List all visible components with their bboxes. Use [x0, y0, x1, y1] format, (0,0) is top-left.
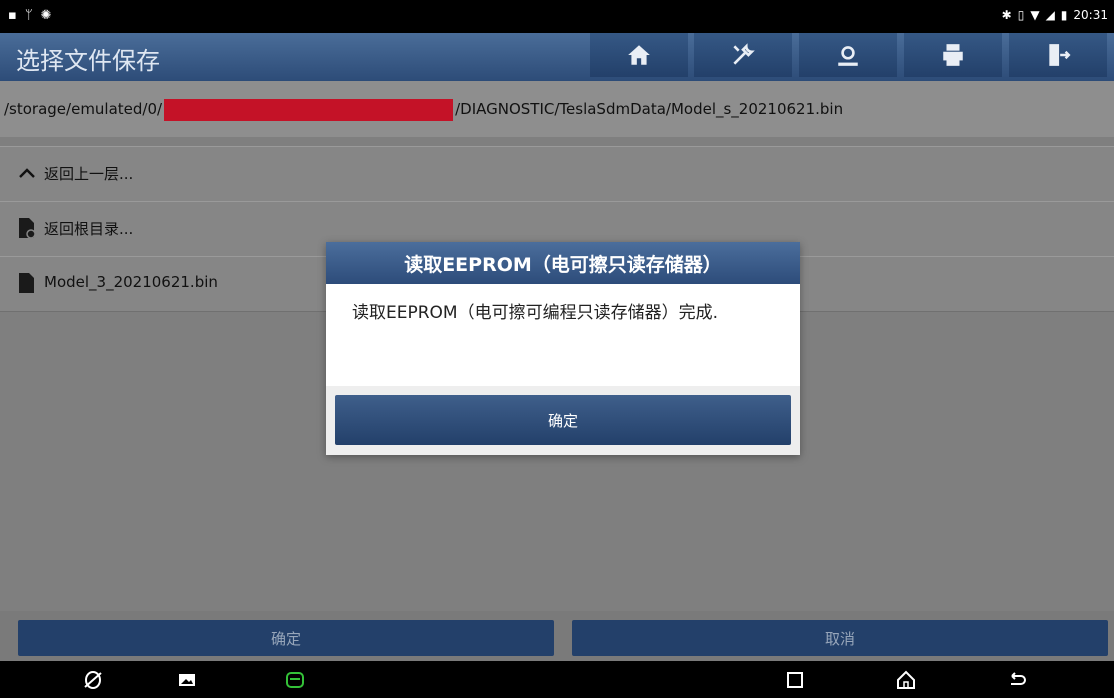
recent-apps-icon[interactable]	[784, 669, 806, 691]
bluetooth-icon: ✱	[1001, 8, 1012, 22]
root-folder-icon	[19, 218, 36, 239]
usb-icon: ᛘ	[24, 8, 33, 23]
eeprom-dialog: 读取EEPROM（电可擦只读存储器） 读取EEPROM（电可擦可编程只读存储器）…	[326, 242, 800, 455]
header-bar: 选择文件保存	[0, 33, 1114, 82]
home-icon	[628, 45, 650, 65]
status-bar: ▪ ᛘ ✺ ✱ ▯ ▼ ◢ ▮ 20:31	[0, 0, 1114, 33]
gallery-icon[interactable]	[176, 669, 198, 691]
dialog-title: 读取EEPROM（电可擦只读存储器）	[326, 242, 800, 284]
tools-button[interactable]	[694, 33, 792, 77]
list-item-label: 返回根目录...	[44, 220, 134, 238]
wifi-icon: ▼	[1030, 8, 1040, 22]
print-button[interactable]	[904, 33, 1002, 77]
tools-icon	[733, 43, 755, 65]
list-item-label: 返回上一层...	[44, 165, 134, 183]
battery-icon: ▮	[1060, 8, 1068, 22]
redaction-bar	[164, 98, 454, 121]
android-nav-bar	[0, 661, 1114, 698]
list-item-parent-dir[interactable]: 返回上一层...	[0, 146, 1114, 202]
support-icon	[838, 46, 858, 66]
exit-icon	[1049, 44, 1071, 66]
home-button[interactable]	[590, 33, 688, 77]
back-icon[interactable]	[1006, 669, 1028, 691]
support-button[interactable]	[799, 33, 897, 77]
signal-icon: ◢	[1045, 8, 1055, 22]
browser-icon[interactable]	[82, 669, 104, 691]
page-title: 选择文件保存	[16, 47, 160, 75]
path-bar: /storage/emulated/0/ /DIAGNOSTIC/TeslaSdm…	[0, 81, 1114, 137]
chevron-up-icon	[19, 168, 35, 178]
dialog-ok-button[interactable]: 确定	[335, 395, 791, 445]
dialog-message: 读取EEPROM（电可擦可编程只读存储器）完成.	[352, 303, 718, 323]
cancel-button[interactable]: 取消	[572, 620, 1108, 656]
dialog-footer: 确定	[326, 386, 800, 455]
list-item-label: Model_3_20210621.bin	[44, 273, 218, 291]
confirm-button[interactable]: 确定	[18, 620, 554, 656]
print-icon	[943, 44, 963, 66]
file-icon	[19, 273, 34, 293]
exit-button[interactable]	[1009, 33, 1107, 77]
path-prefix: /storage/emulated/0/	[4, 100, 163, 118]
status-icons-right: ✱ ▯ ▼ ◢ ▮ 20:31	[1002, 8, 1108, 22]
vibrate-icon: ▯	[1017, 8, 1025, 22]
path-suffix: /DIAGNOSTIC/TeslaSdmData/Model_s_2021062…	[455, 100, 844, 118]
bottom-action-bar: 确定 取消	[0, 611, 1114, 661]
vci-icon[interactable]	[284, 669, 306, 691]
clock: 20:31	[1073, 8, 1108, 22]
bug-icon: ✺	[40, 8, 52, 23]
image-notification-icon: ▪	[8, 8, 17, 23]
status-icons-left: ▪ ᛘ ✺	[8, 8, 52, 23]
home-nav-icon[interactable]	[895, 669, 917, 691]
